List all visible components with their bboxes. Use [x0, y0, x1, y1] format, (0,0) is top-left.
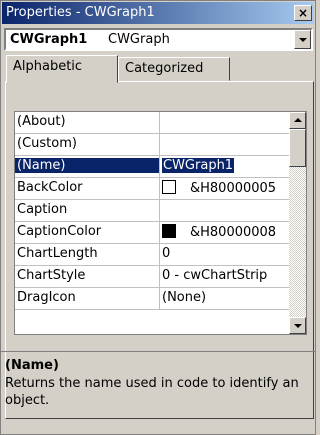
scroll-up-icon[interactable]: [289, 112, 306, 129]
object-name: CWGraph1: [10, 32, 88, 47]
tab-categorized[interactable]: Categorized: [118, 57, 230, 81]
property-row-caption[interactable]: Caption: [15, 200, 291, 222]
property-row-chartlength[interactable]: ChartLength 0: [15, 244, 291, 266]
column-divider[interactable]: [159, 244, 160, 266]
property-value[interactable]: 0 - cwChartStrip: [162, 268, 290, 283]
property-value-text: &H80000005: [190, 181, 277, 196]
property-row-about[interactable]: (About): [15, 112, 291, 134]
property-name: Caption: [17, 202, 68, 217]
property-row-chartstyle[interactable]: ChartStyle 0 - cwChartStrip: [15, 266, 291, 288]
scroll-thumb[interactable]: [289, 129, 306, 167]
property-name: (Name): [15, 158, 159, 173]
property-value-field[interactable]: &H80000008: [162, 224, 290, 240]
column-divider[interactable]: [159, 200, 160, 222]
column-divider[interactable]: [159, 288, 160, 310]
color-swatch: [162, 180, 176, 194]
close-icon[interactable]: ×: [294, 5, 312, 21]
scroll-down-icon[interactable]: [289, 317, 306, 334]
description-title: (Name): [5, 358, 59, 373]
title-bar[interactable]: Properties - CWGraph1 ×: [2, 2, 314, 24]
property-row-backcolor[interactable]: BackColor &H80000005: [15, 178, 291, 200]
property-row-dragicon[interactable]: DragIcon (None): [15, 288, 291, 310]
property-value-text: &H80000008: [190, 225, 277, 240]
property-grid: (About) (Custom) (Name) CWGraph1 BackCol…: [14, 111, 307, 335]
property-value[interactable]: 0: [162, 246, 290, 261]
property-row-custom[interactable]: (Custom): [15, 134, 291, 156]
property-name: (About): [17, 114, 66, 129]
property-value-text[interactable]: CWGraph1: [162, 158, 235, 173]
vertical-scrollbar[interactable]: [289, 112, 306, 334]
property-name: ChartLength: [17, 246, 98, 261]
object-type: CWGraph: [108, 32, 170, 47]
tab-strip: Alphabetic Categorized: [4, 55, 313, 83]
column-divider[interactable]: [159, 112, 160, 134]
object-selector-dropdown[interactable]: CWGraph1 CWGraph: [4, 28, 313, 51]
column-divider[interactable]: [159, 156, 160, 178]
property-value-field[interactable]: &H80000005: [162, 180, 290, 196]
tab-alphabetic[interactable]: Alphabetic: [6, 55, 118, 83]
chevron-down-icon[interactable]: [294, 30, 311, 49]
column-divider[interactable]: [159, 266, 160, 288]
properties-window: Properties - CWGraph1 × CWGraph1 CWGraph…: [0, 0, 316, 435]
column-divider[interactable]: [159, 134, 160, 156]
window-title: Properties - CWGraph1: [6, 5, 155, 20]
property-name: ChartStyle: [17, 268, 86, 283]
description-text: Returns the name used in code to identif…: [5, 376, 299, 408]
column-divider[interactable]: [159, 178, 160, 200]
property-value-field[interactable]: CWGraph1: [162, 158, 290, 173]
property-value[interactable]: (None): [162, 290, 290, 305]
property-name: (Custom): [17, 136, 77, 151]
column-divider[interactable]: [159, 222, 160, 244]
description-pane: (Name) Returns the name used in code to …: [1, 351, 315, 435]
property-name: CaptionColor: [17, 224, 102, 239]
property-name: DragIcon: [17, 290, 76, 305]
property-name: BackColor: [17, 180, 83, 195]
color-swatch: [162, 224, 176, 238]
property-row-name[interactable]: (Name) CWGraph1: [15, 156, 291, 178]
property-row-captioncolor[interactable]: CaptionColor &H80000008: [15, 222, 291, 244]
